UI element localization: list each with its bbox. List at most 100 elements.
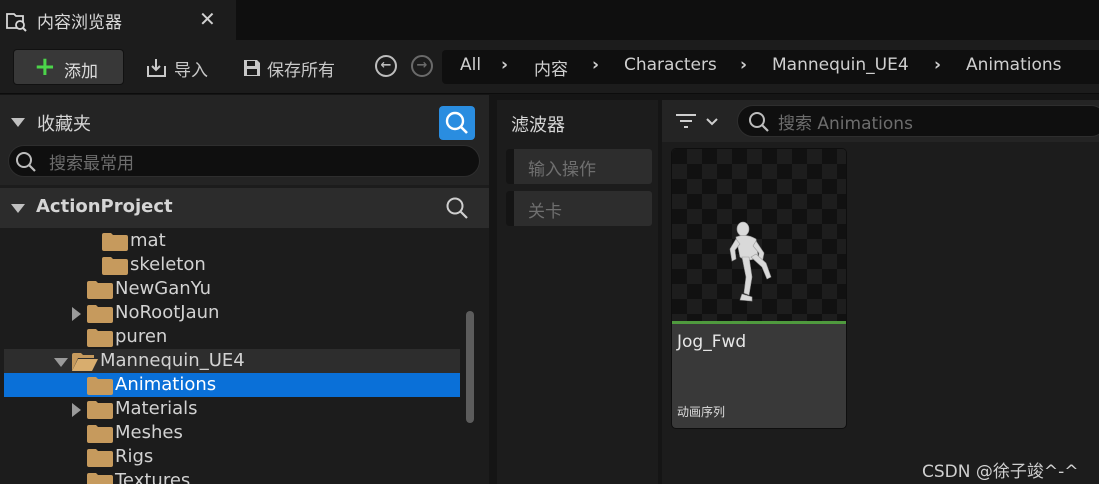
tree-item-skeleton[interactable]: skeleton	[4, 253, 460, 277]
arrow-left-circle-icon[interactable]: ←	[375, 55, 397, 77]
tree-item-newganyu[interactable]: NewGanYu	[4, 277, 460, 301]
project-section-header[interactable]: ActionProject	[0, 188, 489, 228]
arrow-right-circle-icon[interactable]: →	[411, 55, 433, 77]
tree-item-label: Meshes	[115, 422, 183, 443]
asset-tile[interactable]: Jog_Fwd 动画序列	[672, 149, 846, 428]
tree-item-materials[interactable]: Materials	[4, 397, 460, 421]
asset-name: Jog_Fwd	[677, 332, 747, 352]
filter-color-bar	[506, 191, 514, 226]
tree-item-label: Rigs	[115, 446, 154, 467]
folder-icon	[102, 233, 128, 251]
breadcrumb: All › 内容 › Characters › Mannequin_UE4 › …	[442, 50, 1099, 84]
search-icon	[445, 111, 468, 134]
close-icon[interactable]: ✕	[199, 7, 216, 31]
tree-item-textures[interactable]: Textures	[4, 469, 460, 484]
expand-arrow-icon[interactable]	[72, 307, 81, 321]
breadcrumb-item[interactable]: 内容	[534, 55, 568, 80]
filter-item-input-action[interactable]: 输入操作	[506, 149, 652, 184]
tree-item-mat[interactable]: mat	[4, 229, 460, 253]
collapse-arrow-icon[interactable]	[11, 204, 25, 213]
tree-item-label: Textures	[115, 470, 191, 484]
watermark: CSDN @徐子竣^-^	[922, 462, 1079, 482]
project-title: ActionProject	[36, 196, 173, 217]
folder-icon	[102, 257, 128, 275]
breadcrumb-item[interactable]: Mannequin_UE4	[772, 55, 909, 75]
tree-item-label: puren	[115, 326, 168, 347]
folder-icon	[87, 401, 113, 419]
folder-icon	[87, 425, 113, 443]
breadcrumb-item[interactable]: Animations	[966, 55, 1062, 75]
tab-bar: 内容浏览器 ✕	[0, 0, 1099, 40]
chevron-right-icon: ›	[592, 55, 600, 75]
folder-icon	[87, 377, 113, 395]
filter-color-bar	[506, 149, 514, 184]
add-button[interactable]: + 添加	[13, 49, 124, 85]
asset-search-placeholder: 搜索 Animations	[778, 114, 913, 134]
add-button-label: 添加	[64, 62, 98, 82]
asset-type-label: 动画序列	[677, 405, 726, 419]
tree-item-puren[interactable]: puren	[4, 325, 460, 349]
tree-item-label: mat	[130, 230, 166, 251]
filter-icon	[676, 114, 696, 128]
collapse-arrow-icon[interactable]	[54, 358, 68, 367]
toolbar: + 添加 导入 保存所有 ← → All › 内容 › Characters ›…	[0, 40, 1099, 94]
collapse-arrow-icon[interactable]	[11, 118, 25, 127]
favorites-title: 收藏夹	[37, 114, 91, 135]
search-toggle-button[interactable]	[439, 106, 475, 140]
folder-icon	[87, 305, 113, 323]
folder-icon	[87, 449, 113, 467]
folder-icon	[87, 329, 113, 347]
search-icon	[16, 152, 36, 172]
mannequin-figure-icon	[729, 221, 772, 302]
filter-item-label: 输入操作	[528, 160, 596, 180]
chevron-right-icon: ›	[740, 55, 748, 75]
filter-item-level[interactable]: 关卡	[506, 191, 652, 226]
favorites-search-input[interactable]: 搜索最常用	[8, 145, 480, 177]
expand-arrow-icon[interactable]	[72, 403, 81, 417]
folder-tree: mat skeleton NewGanYu NoRootJaun puren M…	[0, 228, 489, 484]
tab-content-browser[interactable]: 内容浏览器 ✕	[0, 0, 236, 40]
sources-panel: 收藏夹 搜索最常用 ActionProject mat skeleton New…	[0, 95, 489, 484]
tree-item-label: NoRootJaun	[115, 302, 220, 323]
breadcrumb-item[interactable]: All	[460, 55, 481, 75]
save-all-button[interactable]: 保存所有	[242, 54, 335, 82]
filter-panel: 滤波器 输入操作 关卡	[497, 100, 658, 484]
save-all-label: 保存所有	[267, 60, 335, 81]
content-browser-icon	[5, 10, 27, 32]
tree-item-meshes[interactable]: Meshes	[4, 421, 460, 445]
favorites-section: 收藏夹 搜索最常用	[0, 95, 489, 185]
tab-title: 内容浏览器	[37, 13, 122, 33]
asset-view-toolbar: 搜索 Animations	[662, 100, 1099, 142]
open-folder-icon	[72, 353, 98, 371]
tree-scrollbar[interactable]	[466, 311, 474, 423]
save-icon	[244, 60, 260, 76]
tree-item-label: Mannequin_UE4	[100, 350, 245, 371]
folder-icon	[87, 281, 113, 299]
tree-item-label: Animations	[115, 374, 217, 395]
asset-search-input[interactable]: 搜索 Animations	[737, 105, 1099, 137]
tree-item-animations[interactable]: Animations	[4, 373, 460, 397]
import-button[interactable]: 导入	[145, 54, 208, 82]
import-icon	[147, 59, 166, 77]
tree-item-norootjaun[interactable]: NoRootJaun	[4, 301, 460, 325]
plus-icon: +	[34, 52, 56, 82]
asset-type-color-bar	[672, 321, 846, 324]
filter-title: 滤波器	[511, 115, 565, 136]
search-icon[interactable]	[445, 196, 469, 220]
asset-thumbnail	[672, 149, 846, 321]
folder-icon	[87, 473, 113, 484]
chevron-right-icon: ›	[501, 55, 509, 75]
filter-dropdown-button[interactable]	[674, 110, 724, 134]
asset-view: 搜索 Animations Jog_Fwd 动画序列	[662, 100, 1099, 484]
tree-item-label: NewGanYu	[115, 278, 211, 299]
chevron-down-icon	[706, 118, 718, 126]
chevron-right-icon: ›	[934, 55, 942, 75]
breadcrumb-item[interactable]: Characters	[624, 55, 717, 75]
favorites-search-placeholder: 搜索最常用	[49, 154, 134, 174]
tree-item-rigs[interactable]: Rigs	[4, 445, 460, 469]
tree-item-label: skeleton	[130, 254, 206, 275]
search-icon	[749, 112, 769, 132]
import-label: 导入	[174, 60, 208, 81]
tree-item-mannequin-ue4[interactable]: Mannequin_UE4	[4, 349, 460, 373]
filter-item-label: 关卡	[528, 202, 562, 222]
